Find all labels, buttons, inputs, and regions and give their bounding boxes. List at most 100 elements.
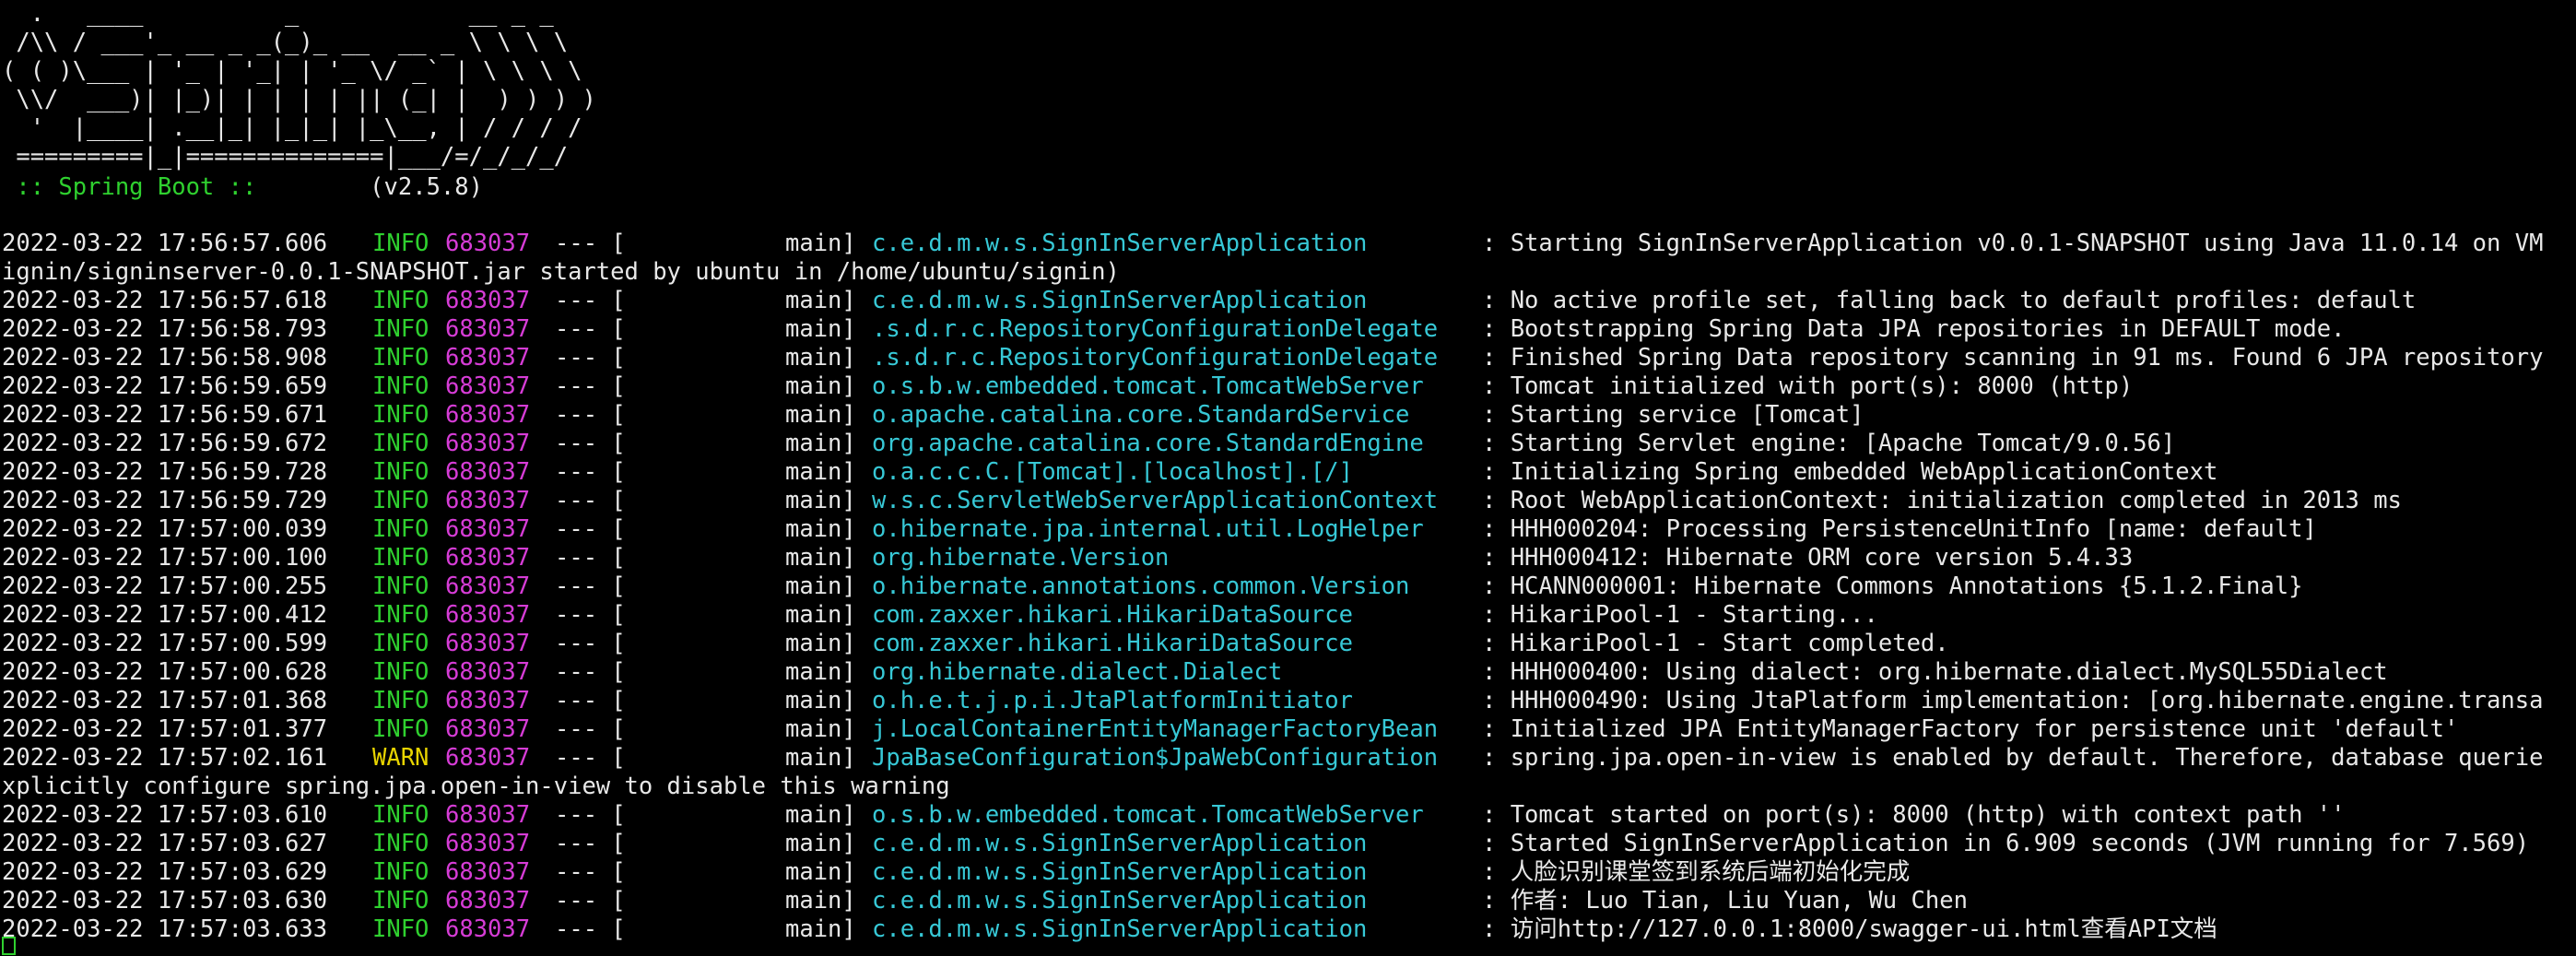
log-thread: main] [785,630,856,657]
log-pid: 683037 [445,830,531,857]
log-pid: 683037 [445,372,531,400]
log-message: : Initialized JPA EntityManagerFactory f… [1482,715,2459,743]
log-separator: --- [ [555,744,626,772]
log-level: INFO [372,230,429,257]
log-logger: com.zaxxer.hikari.HikariDataSource [872,601,1353,629]
log-pid: 683037 [445,801,531,829]
log-separator: --- [ [555,630,626,657]
spring-boot-version-line: :: Spring Boot :: (v2.5.8) [2,173,483,202]
log-level: INFO [372,401,429,429]
log-pid: 683037 [445,658,531,686]
log-line: 2022-03-22 17:57:03.627 INFO 683037 --- [ma… [2,830,2573,858]
log-separator: --- [ [555,401,626,429]
log-separator: --- [ [555,515,626,543]
banner-line: . ____ _ __ _ _ [2,0,554,28]
log-logger: o.hibernate.jpa.internal.util.LogHelper [872,515,1424,543]
log-separator: --- [ [555,830,626,857]
log-logger: w.s.c.ServletWebServerApplicationContext [872,487,1439,514]
log-level: INFO [372,344,429,372]
log-line: 2022-03-22 17:56:58.908 INFO 683037 --- [ma… [2,344,2573,372]
log-thread: main] [785,372,856,400]
log-level: INFO [372,801,429,829]
banner-line: ' |____| .__|_| |_|_| |_\__, | / / / / [2,114,582,142]
log-thread: main] [785,658,856,686]
log-line: 2022-03-22 17:56:59.672 INFO 683037 --- [ma… [2,430,2573,458]
log-timestamp: 2022-03-22 17:56:57.618 [2,287,328,314]
log-message: : Finished Spring Data repository scanni… [1482,344,2544,372]
log-pid: 683037 [445,601,531,629]
log-level: INFO [372,630,429,657]
log-timestamp: 2022-03-22 17:56:59.728 [2,458,328,486]
log-thread: main] [785,687,856,714]
log-separator: --- [ [555,372,626,400]
log-message: : Starting SignInServerApplication v0.0.… [1482,230,2544,257]
log-level: INFO [372,458,429,486]
log-separator: --- [ [555,344,626,372]
log-timestamp: 2022-03-22 17:56:59.671 [2,401,328,429]
log-level: INFO [372,544,429,572]
log-thread: main] [785,830,856,857]
log-logger: org.hibernate.Version [872,544,1170,572]
log-thread: main] [785,915,856,943]
log-logger: .s.d.r.c.RepositoryConfigurationDelegate [872,315,1439,343]
log-logger: .s.d.r.c.RepositoryConfigurationDelegate [872,344,1439,372]
log-timestamp: 2022-03-22 17:56:58.908 [2,344,328,372]
log-separator: --- [ [555,487,626,514]
log-separator: --- [ [555,887,626,915]
log-thread: main] [785,315,856,343]
log-logger: o.s.b.w.embedded.tomcat.TomcatWebServer [872,801,1424,829]
log-message: : 作者: Luo Tian, Liu Yuan, Wu Chen [1482,887,1968,915]
log-timestamp: 2022-03-22 17:57:00.628 [2,658,328,686]
terminal-window[interactable]: . ____ _ __ _ _ /\\ / ___'_ __ _ _(_)_ _… [0,0,2576,956]
log-logger: o.apache.catalina.core.StandardService [872,401,1410,429]
log-timestamp: 2022-03-22 17:57:01.377 [2,715,328,743]
log-logger: com.zaxxer.hikari.HikariDataSource [872,630,1353,657]
log-message: : Tomcat initialized with port(s): 8000 … [1482,372,2134,400]
log-message-continuation: xplicitly configure spring.jpa.open-in-v… [2,773,950,800]
log-level: INFO [372,487,429,514]
log-message: : Started SignInServerApplication in 6.9… [1482,830,2530,857]
log-pid: 683037 [445,401,531,429]
log-continuation-line: ignin/signinserver-0.0.1-SNAPSHOT.jar st… [2,258,2573,287]
log-message: : HHH000400: Using dialect: org.hibernat… [1482,658,2388,686]
log-separator: --- [ [555,915,626,943]
log-message: : Starting Servlet engine: [Apache Tomca… [1482,430,2176,457]
log-logger: c.e.d.m.w.s.SignInServerApplication [872,887,1368,915]
log-timestamp: 2022-03-22 17:57:01.368 [2,687,328,714]
log-logger: o.a.c.c.C.[Tomcat].[localhost].[/] [872,458,1353,486]
log-separator: --- [ [555,601,626,629]
log-thread: main] [785,887,856,915]
log-timestamp: 2022-03-22 17:57:02.161 [2,744,328,772]
log-pid: 683037 [445,630,531,657]
log-line: 2022-03-22 17:57:03.610 INFO 683037 --- [ma… [2,801,2573,830]
log-message: : Initializing Spring embedded WebApplic… [1482,458,2218,486]
log-logger: o.hibernate.annotations.common.Version [872,572,1410,600]
log-line: 2022-03-22 17:56:59.659 INFO 683037 --- [ma… [2,372,2573,401]
spring-boot-version: (v2.5.8) [270,173,483,201]
log-message: : spring.jpa.open-in-view is enabled by … [1482,744,2544,772]
log-separator: --- [ [555,544,626,572]
log-line: 2022-03-22 17:57:00.628 INFO 683037 --- [ma… [2,658,2573,687]
log-thread: main] [785,487,856,514]
log-thread: main] [785,715,856,743]
log-logger: o.s.b.w.embedded.tomcat.TomcatWebServer [872,372,1424,400]
log-line: 2022-03-22 17:56:57.618 INFO 683037 --- [ma… [2,287,2573,315]
log-timestamp: 2022-03-22 17:57:00.255 [2,572,328,600]
log-separator: --- [ [555,687,626,714]
log-logger: o.h.e.t.j.p.i.JtaPlatformInitiator [872,687,1353,714]
log-level: INFO [372,858,429,886]
log-timestamp: 2022-03-22 17:56:59.672 [2,430,328,457]
log-thread: main] [785,801,856,829]
log-level: INFO [372,915,429,943]
log-message: : Root WebApplicationContext: initializa… [1482,487,2402,514]
terminal-cursor [2,937,16,955]
log-pid: 683037 [445,430,531,457]
log-thread: main] [785,744,856,772]
log-separator: --- [ [555,801,626,829]
log-level: INFO [372,601,429,629]
log-timestamp: 2022-03-22 17:57:00.100 [2,544,328,572]
log-level: INFO [372,572,429,600]
log-thread: main] [785,544,856,572]
log-level: INFO [372,430,429,457]
log-timestamp: 2022-03-22 17:56:59.729 [2,487,328,514]
